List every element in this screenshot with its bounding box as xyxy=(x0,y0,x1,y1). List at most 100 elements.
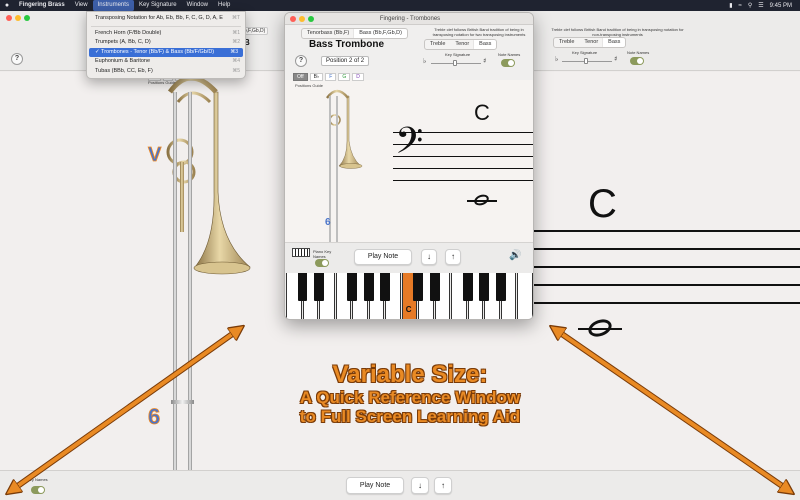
help-button[interactable]: ? xyxy=(11,53,23,65)
fingering-window: Fingering - Trombones Tenorbass (Bb,F) B… xyxy=(284,12,534,320)
bg-down-arrow-button[interactable]: ↓ xyxy=(411,477,429,494)
piano-keyboard: C xyxy=(286,273,533,319)
menu-item-trombones[interactable]: ✓ Trombones - Tenor (Bb/F) & Bass (Bb/F/… xyxy=(89,47,243,57)
menu-app-name[interactable]: Fingering Brass xyxy=(14,0,70,11)
menu-item-shortcut: ⌘T xyxy=(231,15,240,21)
fg-valve-g[interactable]: G xyxy=(338,73,351,81)
speaker-icon[interactable]: 🔊 xyxy=(509,250,521,261)
bg-window-footer: Key Names Play Note ↓ ↑ xyxy=(0,470,800,500)
fg-key-signature-thumb[interactable] xyxy=(453,60,457,66)
menu-key-signature[interactable]: Key Signature xyxy=(134,0,182,11)
fg-valve-bb[interactable]: B♭ xyxy=(309,73,324,81)
headline-line-2: A Quick Reference Window xyxy=(299,388,521,407)
bg-clef-selector: Treble Tenor Bass xyxy=(553,37,627,48)
menu-instruments[interactable]: Instruments xyxy=(92,0,134,11)
bg-clef-bass[interactable]: Bass xyxy=(603,38,626,47)
headline-line-3: to Full Screen Learning Aid xyxy=(299,407,521,426)
menu-item-shortcut: ⌘1 xyxy=(232,29,240,36)
close-button[interactable] xyxy=(6,15,12,21)
menu-separator xyxy=(91,25,241,27)
tab-tenorbass[interactable]: Tenorbass (Bb,F) xyxy=(302,29,354,38)
fg-clef-bass[interactable]: Bass xyxy=(474,40,497,49)
menu-item-label: French Horn (F/Bb Double) xyxy=(95,29,162,36)
battery-icon[interactable]: ▮ xyxy=(729,2,732,9)
menu-item-tubas[interactable]: Tubas (BBb, CC, Eb, F) ⌘5 xyxy=(87,67,245,77)
menu-item-euphonium[interactable]: Euphonium & Baritone ⌘4 xyxy=(87,57,245,67)
piano-black-key[interactable] xyxy=(495,273,506,301)
fg-valve-f[interactable]: F xyxy=(325,73,337,81)
fg-clef-tenor[interactable]: Tenor xyxy=(450,40,474,49)
bg-clef-treble[interactable]: Treble xyxy=(554,38,579,47)
fg-help-button[interactable]: ? xyxy=(295,55,307,67)
fg-piano-panel: Piano Key Names Play Note ↓ ↑ 🔊 C xyxy=(285,242,533,319)
menu-view[interactable]: View xyxy=(70,0,93,11)
menu-item-label: Trumpets (A, Bb, C, D) xyxy=(95,39,151,45)
fg-valve-buttons: Off B♭ F G D xyxy=(293,73,364,81)
piano-black-key[interactable] xyxy=(314,273,324,301)
fg-window-title: Fingering - Trombones xyxy=(379,16,441,22)
fg-play-note-button[interactable]: Play Note xyxy=(354,249,412,265)
bg-key-names-label: Key Names xyxy=(27,477,48,482)
fg-valve-off[interactable]: Off xyxy=(293,73,308,81)
piano-white-key[interactable] xyxy=(517,273,533,319)
piano-black-key[interactable] xyxy=(413,273,424,301)
flat-icon: ♭ xyxy=(555,55,559,63)
piano-black-key[interactable] xyxy=(347,273,358,301)
menu-item-trumpets[interactable]: Trumpets (A, Bb, C, D) ⌘2 xyxy=(87,38,245,48)
fg-position-number: 6 xyxy=(325,217,331,228)
piano-black-key[interactable] xyxy=(363,273,374,301)
bg-key-names-toggle[interactable] xyxy=(31,486,45,494)
menu-item-shortcut: ⌘3 xyxy=(230,48,238,55)
piano-key-names-toggle[interactable] xyxy=(315,259,329,267)
menu-item-french-horn[interactable]: French Horn (F/Bb Double) ⌘1 xyxy=(87,29,245,39)
wifi-icon[interactable]: ≈ xyxy=(739,3,742,9)
minimize-button[interactable] xyxy=(15,15,21,21)
piano-black-key[interactable] xyxy=(380,273,391,301)
fg-whole-note xyxy=(472,192,491,208)
piano-black-key[interactable] xyxy=(462,273,473,301)
bg-play-note-button[interactable]: Play Note xyxy=(346,477,404,494)
bg-up-arrow-button[interactable]: ↑ xyxy=(434,477,452,494)
bg-whole-note xyxy=(585,316,615,340)
fg-note-names-toggle[interactable] xyxy=(501,59,515,67)
bg-key-signature-label: Key Signature xyxy=(572,50,598,55)
piano-black-key[interactable] xyxy=(429,273,440,301)
bg-staff xyxy=(534,230,800,310)
search-icon[interactable]: ⚲ xyxy=(748,2,752,9)
fg-note-name: C xyxy=(474,100,490,125)
bg-window-controls xyxy=(6,15,30,21)
apple-menu-icon[interactable]: ● xyxy=(0,2,14,9)
piano-icon xyxy=(292,248,310,257)
fg-instrument-name: Bass Trombone xyxy=(309,39,385,50)
piano-key-names-label: Piano Key Names xyxy=(313,249,332,259)
bg-valve-marker: V xyxy=(148,144,162,167)
bg-key-signature-thumb[interactable] xyxy=(584,58,588,64)
headline-line-1: Variable Size: xyxy=(332,361,488,388)
fg-flat-icon: ♭ xyxy=(423,57,427,65)
tab-bass[interactable]: Bass (Bb,F,Gb,D) xyxy=(354,29,407,38)
menu-help[interactable]: Help xyxy=(213,0,235,11)
bass-clef-icon: 𝄢 xyxy=(395,120,424,171)
fg-clef-treble[interactable]: Treble xyxy=(425,40,450,49)
fg-down-arrow-button[interactable]: ↓ xyxy=(421,249,437,265)
clock[interactable]: 9:45 PM xyxy=(770,3,792,9)
fg-key-signature-label: Key Signature xyxy=(445,52,471,57)
fg-note-names-label: Note Names xyxy=(498,52,521,57)
control-center-icon[interactable]: ☰ xyxy=(758,2,763,9)
instruments-menu: Transposing Notation for Ab, Eb, Bb, F, … xyxy=(86,11,246,79)
menu-item-transposing-notation[interactable]: Transposing Notation for Ab, Eb, Bb, F, … xyxy=(87,14,245,24)
sharp-icon: ♯ xyxy=(614,55,618,63)
zoom-button[interactable] xyxy=(24,15,30,21)
menu-item-shortcut: ⌘4 xyxy=(232,58,240,64)
menu-window[interactable]: Window xyxy=(182,0,213,11)
fg-up-arrow-button[interactable]: ↑ xyxy=(445,249,461,265)
bg-clef-tenor[interactable]: Tenor xyxy=(579,38,603,47)
promo-headline: Variable Size: A Quick Reference Window … xyxy=(240,361,580,427)
menu-item-label: Trombones - Tenor (Bb/F) & Bass (Bb/F/Gb… xyxy=(101,48,215,55)
piano-black-key[interactable] xyxy=(297,273,308,301)
fg-valve-d[interactable]: D xyxy=(352,73,364,81)
menu-bar: ● Fingering Brass View Instruments Key S… xyxy=(0,0,800,11)
bg-note-names-toggle[interactable] xyxy=(630,57,644,65)
menu-item-label: Tubas (BBb, CC, Eb, F) xyxy=(95,67,153,74)
piano-black-key[interactable] xyxy=(479,273,490,301)
